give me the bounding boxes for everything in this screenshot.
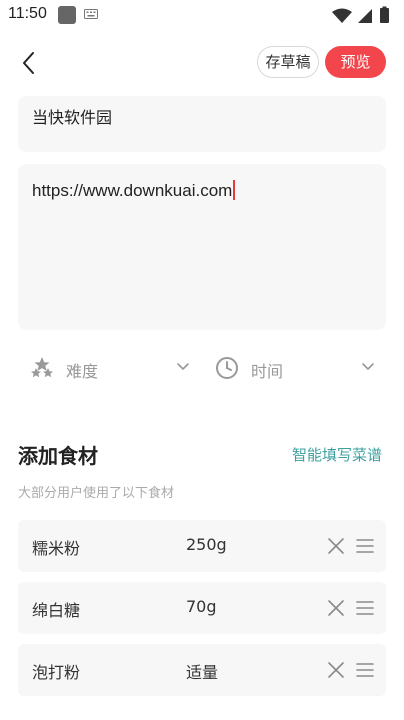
recipe-description-field[interactable]: https://www.downkuai.com — [18, 164, 386, 330]
app-square-icon — [58, 6, 76, 24]
top-bar: 存草稿 预览 — [0, 30, 404, 96]
ingredient-quantity[interactable]: 70g — [186, 597, 217, 616]
status-time: 11:50 — [8, 5, 47, 22]
clock-icon — [216, 357, 238, 379]
battery-icon — [380, 8, 389, 23]
time-label: 时间 — [251, 362, 284, 381]
text-caret — [233, 180, 236, 200]
ingredients-title: 添加食材 — [18, 444, 98, 468]
drag-handle-icon[interactable] — [356, 599, 374, 617]
chevron-down-icon — [362, 363, 374, 370]
ingredient-name[interactable]: 糯米粉 — [32, 535, 80, 559]
recipe-name-value: 当快软件园 — [32, 108, 113, 127]
recipe-name-field[interactable]: 当快软件园 — [18, 96, 386, 152]
remove-icon[interactable] — [327, 661, 345, 679]
drag-handle-icon[interactable] — [356, 537, 374, 555]
recipe-description-value: https://www.downkuai.com — [32, 181, 233, 200]
save-draft-button[interactable]: 存草稿 — [257, 46, 319, 78]
time-selector[interactable]: 时间 — [215, 354, 375, 384]
ingredient-quantity[interactable]: 250g — [186, 535, 227, 554]
ingredient-row[interactable]: 泡打粉 适量 — [18, 644, 386, 696]
recipe-description-text: https://www.downkuai.com — [32, 180, 236, 201]
drag-handle-icon[interactable] — [356, 661, 374, 679]
wifi-icon — [332, 8, 352, 23]
ingredient-row[interactable]: 绵白糖 70g — [18, 582, 386, 634]
ingredient-name[interactable]: 绵白糖 — [32, 597, 80, 621]
smart-fill-link[interactable]: 智能填写菜谱 — [292, 444, 382, 465]
recipe-form: 当快软件园 https://www.downkuai.com 难度 时间 添加食… — [0, 96, 404, 720]
ingredients-subtitle: 大部分用户使用了以下食材 — [18, 486, 175, 501]
ingredient-row[interactable]: 糯米粉 250g — [18, 520, 386, 572]
status-icons — [332, 6, 389, 23]
difficulty-selector[interactable]: 难度 — [30, 354, 190, 384]
section-divider — [0, 398, 404, 406]
back-chevron-icon[interactable] — [14, 48, 44, 78]
ingredient-quantity[interactable]: 适量 — [186, 659, 218, 683]
difficulty-label: 难度 — [66, 362, 99, 381]
preview-button[interactable]: 预览 — [325, 46, 386, 78]
remove-icon[interactable] — [327, 599, 345, 617]
signal-icon — [358, 9, 372, 23]
chevron-down-icon — [177, 363, 189, 370]
remove-icon[interactable] — [327, 537, 345, 555]
keyboard-icon — [84, 9, 98, 19]
status-bar: 11:50 — [0, 0, 404, 30]
stars-icon — [31, 357, 53, 378]
ingredient-name[interactable]: 泡打粉 — [32, 659, 80, 683]
